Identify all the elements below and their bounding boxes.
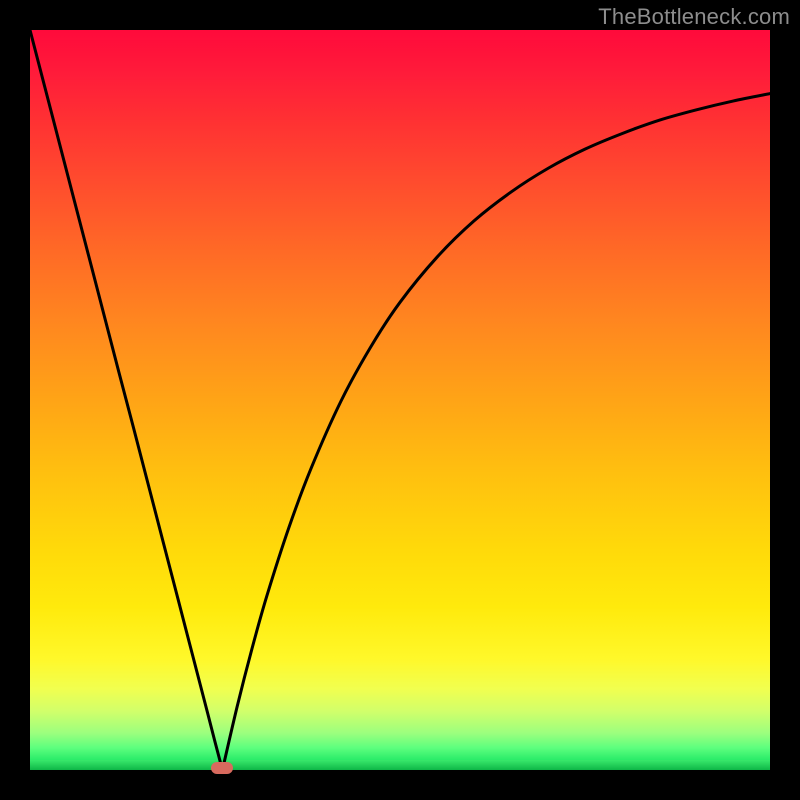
bottleneck-curve bbox=[30, 30, 770, 770]
curve-left-branch bbox=[30, 30, 222, 770]
plot-area bbox=[30, 30, 770, 770]
chart-frame: TheBottleneck.com bbox=[0, 0, 800, 800]
curve-right-branch bbox=[222, 94, 770, 770]
notch-marker bbox=[211, 762, 233, 774]
watermark-text: TheBottleneck.com bbox=[598, 4, 790, 30]
